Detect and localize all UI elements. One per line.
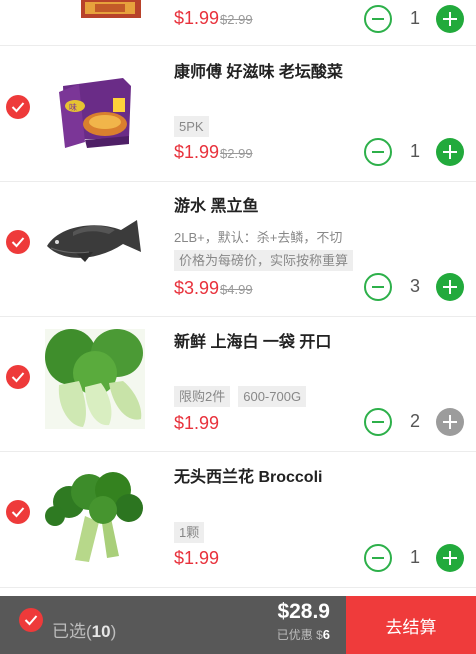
item-original-price: $4.99	[220, 282, 253, 297]
item-price: $1.99$2.99	[174, 8, 253, 28]
discount-summary: 已优惠 $6	[277, 626, 330, 643]
item-subtitle: 2LB+，默认：杀+去鳞，不切	[174, 230, 343, 245]
item-tags: 1颗	[174, 522, 205, 543]
increase-quantity-button[interactable]	[436, 544, 464, 572]
check-icon	[11, 507, 25, 518]
selected-label: 已选	[52, 622, 86, 641]
item-tag: 价格为每磅价，实际按称重算	[174, 250, 354, 271]
cart-item[interactable]: $1.99$2.99 1	[0, 0, 476, 46]
quantity-value: 1	[409, 547, 420, 567]
item-title: 游水 黑立鱼	[174, 198, 259, 215]
quantity-stepper[interactable]: 2	[362, 408, 466, 438]
select-all-checkbox[interactable]	[19, 608, 43, 632]
item-price: $1.99	[174, 413, 220, 433]
decrease-quantity-button[interactable]	[364, 138, 392, 166]
cart-item-list[interactable]: $1.99$2.99 1 味 康师傅 好滋味 老坛酸菜 5PK $1.99$2.…	[0, 0, 476, 596]
cart-item[interactable]: 游水 黑立鱼 2LB+，默认：杀+去鳞，不切 价格为每磅价，实际按称重算 $3.…	[0, 182, 476, 317]
item-title: 新鲜 上海白 一袋 开口	[174, 334, 332, 351]
item-price: $1.99$2.99	[174, 142, 253, 162]
item-tag: 600-700G	[238, 386, 307, 407]
item-price: $3.99$4.99	[174, 278, 253, 298]
quantity-stepper[interactable]: 3	[362, 273, 466, 303]
quantity-value: 2	[409, 411, 420, 431]
cart-item[interactable]: 味 康师傅 好滋味 老坛酸菜 5PK $1.99$2.99 1	[0, 46, 476, 182]
item-original-price: $2.99	[220, 146, 253, 161]
check-icon	[11, 237, 25, 248]
item-tags: 5PK	[174, 116, 209, 137]
quantity-value: 1	[409, 8, 420, 28]
decrease-quantity-button[interactable]	[364, 544, 392, 572]
decrease-quantity-button[interactable]	[364, 273, 392, 301]
product-image-fish	[45, 190, 145, 290]
increase-quantity-button[interactable]	[436, 408, 464, 436]
check-icon	[11, 102, 25, 113]
select-checkbox[interactable]	[6, 230, 30, 254]
item-tag: 5PK	[174, 116, 209, 137]
decrease-quantity-button[interactable]	[364, 408, 392, 436]
item-tags: 限购2件 600-700G	[174, 386, 307, 407]
cart-total: $28.9	[277, 600, 330, 623]
item-price: $1.99	[174, 548, 220, 568]
quantity-value: 3	[409, 276, 420, 296]
item-title: 无头西兰花 Broccoli	[174, 469, 323, 486]
svg-text:味: 味	[69, 102, 77, 112]
select-checkbox[interactable]	[6, 365, 30, 389]
select-checkbox[interactable]	[6, 500, 30, 524]
item-tag: 限购2件	[174, 386, 231, 407]
product-image-noodles-top[interactable]	[45, 0, 145, 28]
increase-quantity-button[interactable]	[436, 138, 464, 166]
cart-footer: 已选(10) $28.9 已优惠 $6 去结算	[0, 596, 476, 654]
decrease-quantity-button[interactable]	[364, 5, 392, 33]
checkout-button[interactable]: 去结算	[346, 596, 476, 654]
quantity-stepper[interactable]: 1	[362, 544, 466, 574]
saved-amount: 6	[322, 627, 330, 642]
saved-label: 已优惠 $	[276, 628, 323, 642]
check-icon	[24, 615, 38, 626]
cart-item[interactable]: 无头西兰花 Broccoli 1颗 $1.99 1	[0, 452, 476, 588]
selected-count-value: 10	[91, 622, 111, 641]
quantity-stepper[interactable]: 1	[362, 5, 466, 35]
item-title: 康师傅 好滋味 老坛酸菜	[174, 64, 343, 81]
item-tags: 价格为每磅价，实际按称重算	[174, 250, 354, 271]
item-tag: 1颗	[174, 522, 205, 543]
select-checkbox[interactable]	[6, 95, 30, 119]
increase-quantity-button[interactable]	[436, 273, 464, 301]
quantity-value: 1	[409, 141, 420, 161]
selected-count: 已选(10)	[52, 622, 117, 641]
quantity-stepper[interactable]: 1	[362, 138, 466, 168]
product-image-instant-noodles: 味	[45, 68, 145, 168]
item-original-price: $2.99	[220, 12, 253, 27]
cart-item[interactable]: 新鲜 上海白 一袋 开口 限购2件 600-700G $1.99 2	[0, 317, 476, 452]
product-image-broccoli	[45, 466, 145, 566]
increase-quantity-button[interactable]	[436, 5, 464, 33]
check-icon	[11, 372, 25, 383]
product-image-bok-choy	[45, 329, 145, 429]
